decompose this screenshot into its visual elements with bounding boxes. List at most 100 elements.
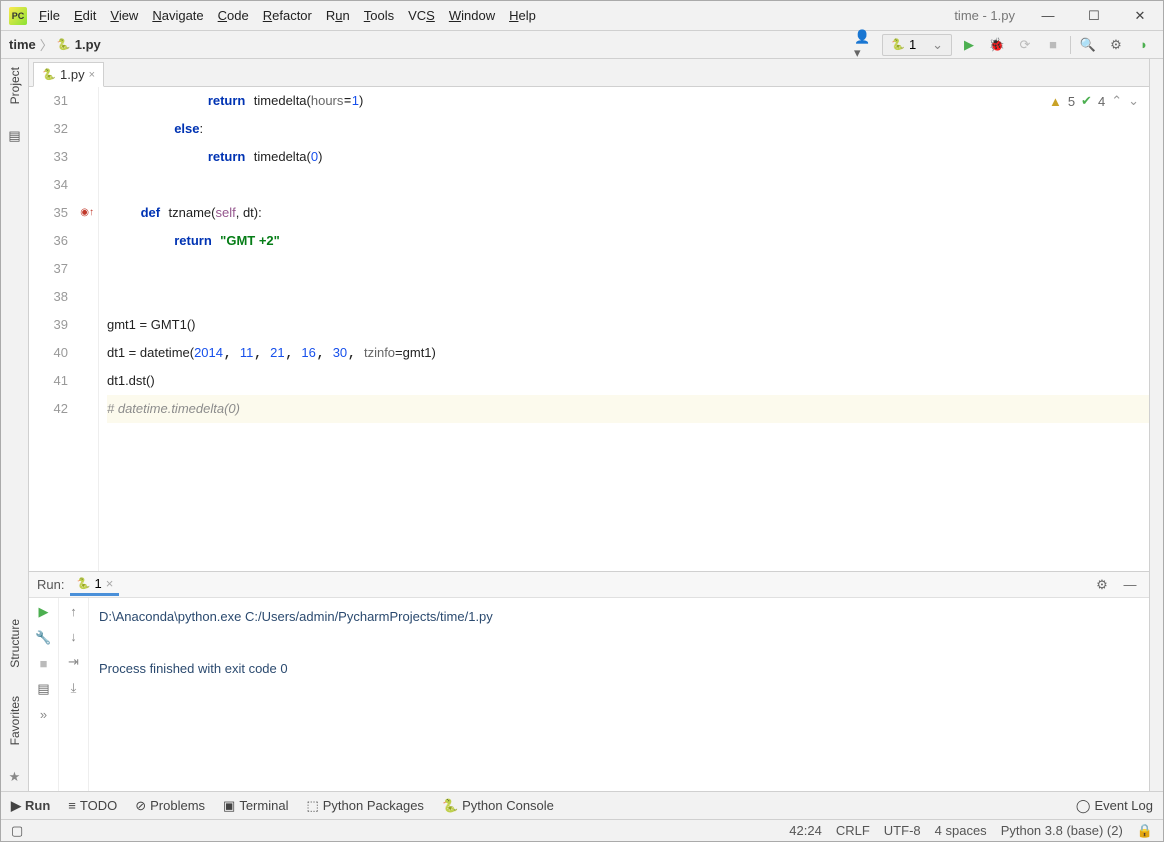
console-actions: ↑ ↓ ⇥ ⤓	[59, 598, 89, 791]
wrench-icon[interactable]: 🔧	[35, 630, 51, 646]
inspection-widget[interactable]: ▲ 5 ✔ 4 ⌃ ⌄	[1049, 93, 1139, 109]
line-number: 31	[29, 87, 68, 115]
lock-icon[interactable]: 🔒	[1137, 823, 1153, 839]
menu-run[interactable]: Run	[326, 8, 350, 23]
menu-vcs[interactable]: VCS	[408, 8, 435, 23]
menu-help[interactable]: Help	[509, 8, 536, 23]
console-output[interactable]: D:\Anaconda\python.exe C:/Users/admin/Py…	[89, 598, 1149, 791]
run-settings-icon[interactable]: ⚙	[1091, 574, 1113, 596]
list-icon: ≡	[68, 798, 76, 813]
stop-button[interactable]: ■	[1042, 34, 1064, 56]
sidebar-favorites[interactable]: Favorites	[8, 692, 22, 749]
debug-button[interactable]: 🐞	[986, 34, 1008, 56]
close-tab-icon[interactable]: ×	[89, 69, 95, 81]
search-icon[interactable]: 🔍	[1077, 34, 1099, 56]
nav-run-bar: time 〉 1.py 👤▾ 1 ⌄ ▶ 🐞 ⟳ ■ 🔍 ⚙ ◗	[1, 31, 1163, 59]
favorites-icon: ★	[9, 769, 21, 785]
python-icon	[76, 576, 90, 590]
scroll-end-icon[interactable]: ⤓	[71, 680, 77, 696]
editor-split: ▲ 5 ✔ 4 ⌃ ⌄ 31 32 33 34 35 36 37 38 39 40 …	[29, 87, 1149, 791]
file-tab-label: 1.py	[60, 67, 85, 82]
down-icon[interactable]: ⌄	[1128, 93, 1139, 109]
more-icon[interactable]: »	[40, 707, 47, 722]
hide-panel-icon[interactable]: —	[1119, 574, 1141, 596]
status-bar: ▢ 42:24 CRLF UTF-8 4 spaces Python 3.8 (…	[1, 819, 1163, 841]
status-position[interactable]: 42:24	[789, 823, 822, 838]
packages-icon: ⬚	[306, 798, 318, 814]
python-file-icon	[57, 38, 71, 52]
line-number: 33	[29, 143, 68, 171]
run-config-selector[interactable]: 1 ⌄	[882, 34, 952, 56]
status-interpreter[interactable]: Python 3.8 (base) (2)	[1001, 823, 1123, 838]
status-eol[interactable]: CRLF	[836, 823, 870, 838]
line-number: 34	[29, 171, 68, 199]
file-tab-active[interactable]: 1.py ×	[33, 62, 104, 87]
tab-python-packages[interactable]: ⬚Python Packages	[306, 798, 423, 814]
run-tab-name: 1	[94, 576, 101, 591]
up-icon[interactable]: ⌃	[1111, 93, 1122, 109]
run-coverage-button[interactable]: ⟳	[1014, 34, 1036, 56]
tab-terminal[interactable]: ▣Terminal	[223, 798, 288, 814]
menu-tools[interactable]: Tools	[364, 8, 394, 23]
window-title: time - 1.py	[954, 8, 1025, 23]
warning-count: 5	[1068, 94, 1075, 109]
run-actions: ▶ 🔧 ■ ▤ »	[29, 598, 59, 791]
file-tabs: 1.py ×	[29, 59, 1149, 87]
close-button[interactable]: ✕	[1117, 1, 1163, 31]
tab-todo[interactable]: ≡TODO	[68, 798, 117, 813]
maximize-button[interactable]: ☐	[1071, 1, 1117, 31]
code-text[interactable]: return timedelta(hours=1) else: return t…	[99, 87, 1149, 571]
line-number: 37	[29, 255, 68, 283]
menu-refactor[interactable]: Refactor	[263, 8, 312, 23]
stop-icon[interactable]: ■	[40, 656, 48, 671]
line-gutter[interactable]: 31 32 33 34 35 36 37 38 39 40 41 42	[29, 87, 99, 571]
ok-icon: ✔	[1081, 93, 1092, 109]
layout-icon[interactable]: ▤	[37, 681, 49, 697]
down-arrow-icon[interactable]: ↓	[70, 629, 77, 644]
menu-file[interactable]: FFileile	[39, 8, 60, 23]
breadcrumb-root[interactable]: time	[9, 37, 36, 52]
tab-run[interactable]: ▶Run	[11, 798, 50, 814]
sidebar-structure[interactable]: Structure	[8, 615, 22, 672]
close-icon[interactable]: ×	[106, 576, 114, 591]
project-icon[interactable]: ▤	[8, 128, 20, 144]
ok-count: 4	[1098, 94, 1105, 109]
tab-python-console[interactable]: 🐍Python Console	[442, 798, 554, 814]
console-icon: 🐍	[442, 798, 458, 814]
minimize-button[interactable]: —	[1025, 1, 1071, 31]
add-user-icon[interactable]: 👤▾	[854, 34, 876, 56]
soft-wrap-icon[interactable]: ⇥	[68, 654, 79, 670]
up-arrow-icon[interactable]: ↑	[70, 604, 77, 619]
right-rail	[1149, 59, 1163, 791]
status-encoding[interactable]: UTF-8	[884, 823, 921, 838]
menu-window[interactable]: Window	[449, 8, 495, 23]
code-editor[interactable]: ▲ 5 ✔ 4 ⌃ ⌄ 31 32 33 34 35 36 37 38 39 40 …	[29, 87, 1149, 571]
line-number: 36	[29, 227, 68, 255]
settings-icon[interactable]: ⚙	[1105, 34, 1127, 56]
sidebar-project[interactable]: Project	[8, 63, 22, 108]
run-body: ▶ 🔧 ■ ▤ » ↑ ↓ ⇥ ⤓ D:\Anaconda\python.exe…	[29, 598, 1149, 791]
menu-code[interactable]: Code	[218, 8, 249, 23]
breadcrumb[interactable]: time 〉 1.py	[9, 35, 101, 54]
tab-problems[interactable]: ⊘Problems	[135, 798, 205, 814]
ide-features-icon[interactable]: ◗	[1133, 34, 1155, 56]
line-number: 41	[29, 367, 68, 395]
menu-navigate[interactable]: Navigate	[152, 8, 203, 23]
app-icon: PC	[9, 7, 27, 25]
warning-icon: ▲	[1049, 94, 1062, 109]
run-header: Run: 1 × ⚙ —	[29, 572, 1149, 598]
run-tab[interactable]: 1 ×	[70, 574, 119, 596]
status-indent[interactable]: 4 spaces	[935, 823, 987, 838]
rerun-icon[interactable]: ▶	[39, 604, 49, 620]
left-tool-rail: Project ▤ Structure Favorites ★	[1, 59, 29, 791]
console-line: Process finished with exit code 0	[99, 661, 288, 676]
run-config-name: 1	[909, 37, 916, 52]
line-number: 35	[29, 199, 68, 227]
run-button[interactable]: ▶	[958, 34, 980, 56]
breadcrumb-file[interactable]: 1.py	[75, 37, 101, 52]
tab-event-log[interactable]: ◯Event Log	[1076, 798, 1153, 814]
title-bar: PC FFileile Edit View Navigate Code Refa…	[1, 1, 1163, 31]
menu-edit[interactable]: Edit	[74, 8, 96, 23]
menu-view[interactable]: View	[110, 8, 138, 23]
status-square-icon[interactable]: ▢	[11, 823, 23, 839]
